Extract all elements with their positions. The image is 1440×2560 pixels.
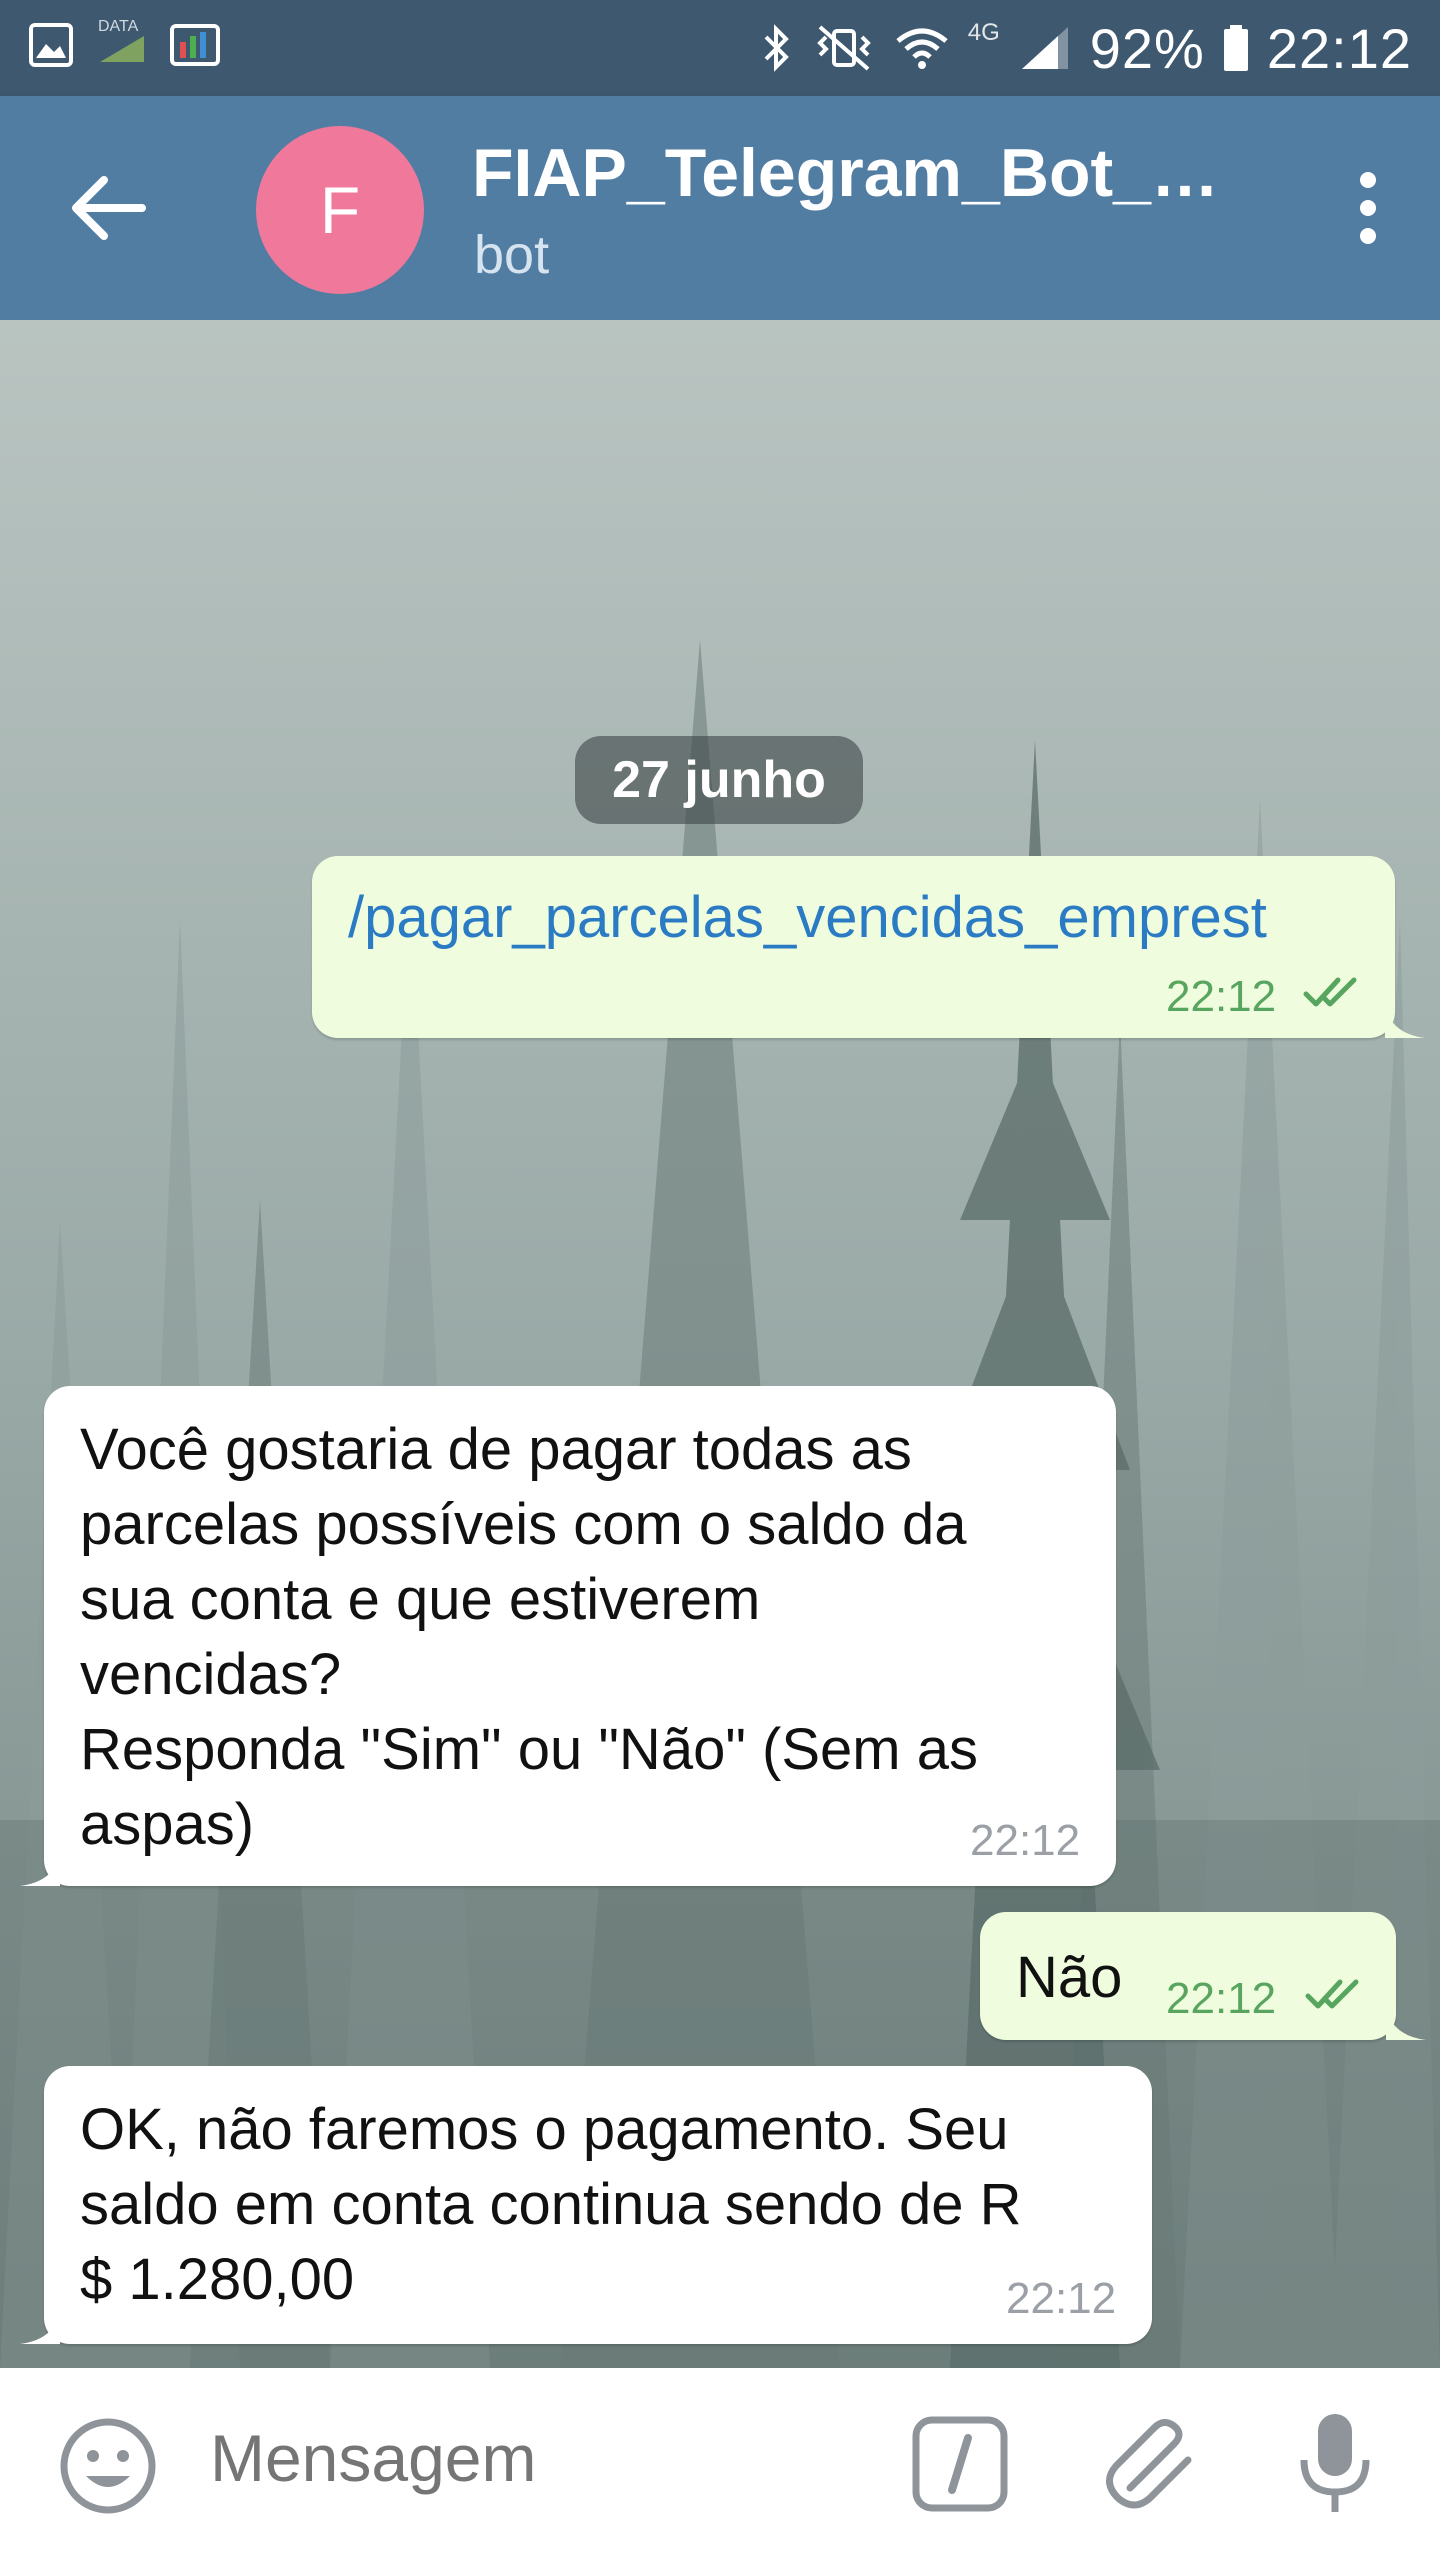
chat-title[interactable]: FIAP_Telegram_Bot_D...: [472, 134, 1252, 212]
back-arrow-icon[interactable]: [66, 166, 150, 250]
message-line: Você gostaria de pagar todas as: [80, 1417, 912, 1482]
network-type-label: 4G: [967, 19, 1000, 46]
message-incoming[interactable]: Você gostaria de pagar todas as parcelas…: [44, 1386, 1116, 1886]
data-saver-icon: DATA: [96, 18, 148, 68]
monitor-app-icon: [170, 24, 220, 66]
message-input[interactable]: [210, 2420, 850, 2496]
message-time: 22:12: [1166, 1974, 1277, 2023]
message-incoming[interactable]: OK, não faremos o pagamento. Seu saldo e…: [44, 2066, 1152, 2344]
message-composer: [0, 2368, 1440, 2560]
message-text: Não: [1016, 1945, 1123, 2010]
status-bar: DATA 4G 92% 22:12: [0, 0, 1440, 96]
battery-percentage: 92%: [1089, 16, 1205, 80]
chat-area[interactable]: 27 junho /pagar_parcelas_vencidas_empres…: [0, 320, 1440, 2368]
bubble-tail: [20, 1856, 60, 1886]
signal-icon: [1021, 27, 1068, 69]
message-line: sua conta e que estiverem: [80, 1567, 761, 1632]
message-line: $ 1.280,00: [80, 2247, 355, 2312]
message-line: aspas): [80, 1792, 255, 1857]
wifi-icon: [896, 28, 948, 69]
foggy-forest-wallpaper: [0, 320, 1440, 2368]
clock: 22:12: [1266, 16, 1412, 80]
message-line: vencidas?: [80, 1642, 342, 1707]
bubble-tail: [1385, 1008, 1425, 1038]
battery-icon: [1223, 25, 1248, 71]
avatar[interactable]: F: [256, 126, 424, 294]
bluetooth-icon: [764, 24, 789, 72]
emoji-icon[interactable]: [58, 2416, 158, 2516]
more-options-icon[interactable]: [1338, 168, 1398, 248]
bubble-tail: [20, 2314, 60, 2344]
chat-header: F FIAP_Telegram_Bot_D... bot: [0, 96, 1440, 320]
attach-icon[interactable]: [1100, 2408, 1210, 2518]
message-outgoing[interactable]: /pagar_parcelas_vencidas_emprest 22:12: [312, 856, 1395, 1038]
double-check-icon: [1305, 1979, 1359, 2009]
bubble-tail: [1386, 2010, 1426, 2040]
date-separator: 27 junho: [575, 736, 863, 824]
message-line: OK, não faremos o pagamento. Seu: [80, 2097, 1009, 2162]
bot-command-link[interactable]: /pagar_parcelas_vencidas_emprest: [348, 884, 1267, 951]
bot-command-icon[interactable]: [910, 2414, 1010, 2514]
message-line: saldo em conta continua sendo de R: [80, 2172, 1022, 2237]
message-time: 22:12: [1166, 972, 1277, 1021]
status-left-icons: DATA: [28, 18, 220, 68]
microphone-icon[interactable]: [1290, 2408, 1380, 2518]
message-outgoing[interactable]: Não 22:12: [980, 1912, 1396, 2040]
double-check-icon: [1303, 977, 1357, 1007]
message-time: 22:12: [970, 1816, 1081, 1865]
message-line: Responda "Sim" ou "Não" (Sem as: [80, 1717, 978, 1782]
vibrate-icon: [816, 25, 871, 71]
message-line: parcelas possíveis com o saldo da: [80, 1492, 967, 1557]
message-time: 22:12: [1006, 2274, 1117, 2323]
status-right-icons: 4G 92% 22:12: [758, 0, 1412, 96]
chat-subtitle: bot: [474, 225, 550, 285]
gallery-icon: [29, 23, 73, 67]
